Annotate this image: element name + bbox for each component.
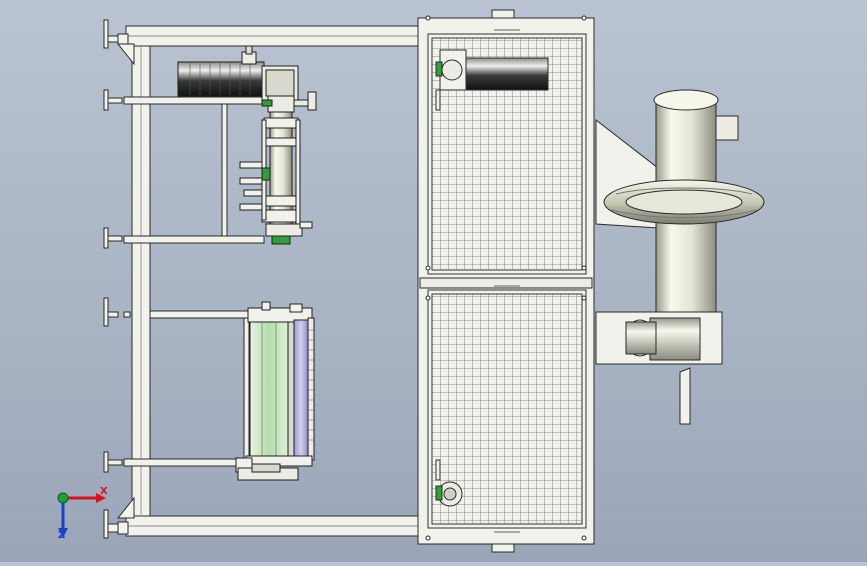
blower-unit: [595, 89, 765, 425]
drive-assembly: [177, 45, 317, 245]
x-axis-label: X: [100, 486, 108, 497]
guard-cabinet: [417, 9, 595, 553]
coordinate-triad: X Y Z: [48, 480, 118, 546]
z-axis-label: Z: [58, 530, 66, 541]
cad-viewport[interactable]: X Y Z: [0, 0, 867, 562]
machine-drawing: [103, 9, 765, 553]
